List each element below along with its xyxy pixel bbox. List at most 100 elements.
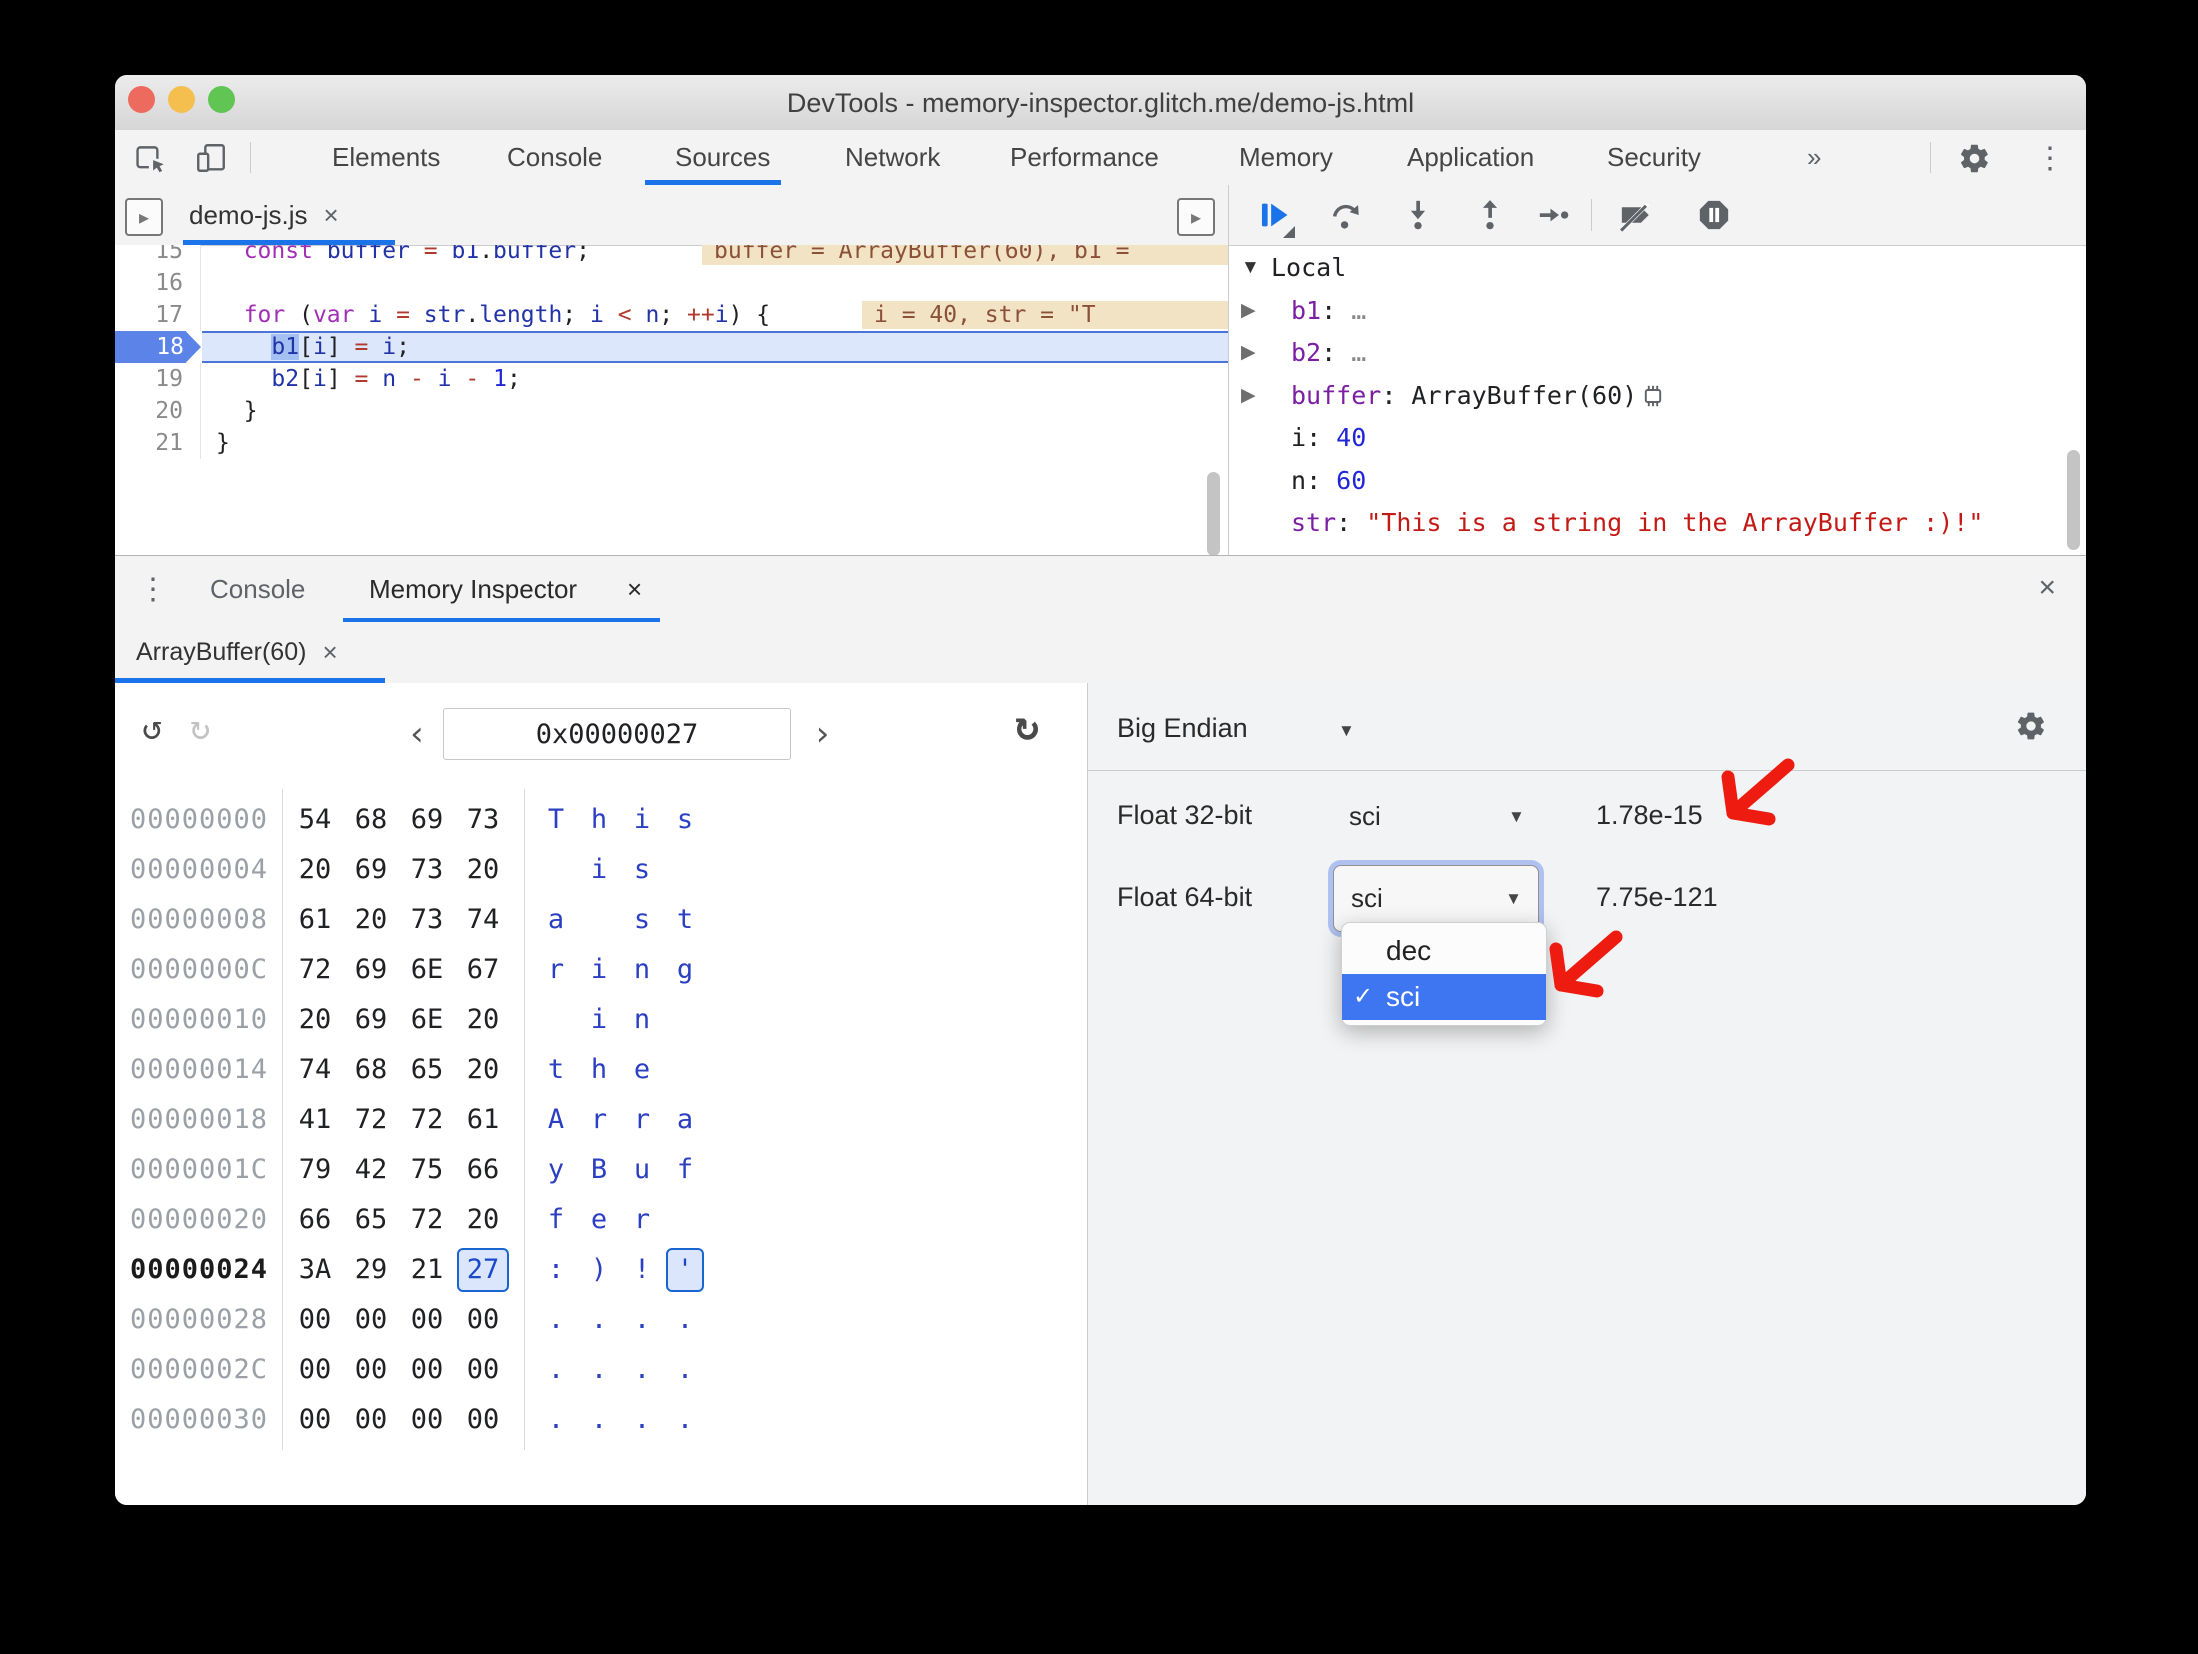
drawer-kebab-icon[interactable]: ⋮	[137, 570, 169, 608]
disclosure-triangle-icon[interactable]: ▶	[1241, 290, 1267, 332]
memory-inspector-tab-close-icon[interactable]: ×	[627, 556, 642, 622]
ascii-char[interactable]: s	[665, 795, 705, 845]
next-page-icon[interactable]: ›	[812, 711, 832, 757]
line-number[interactable]: 19	[115, 363, 201, 395]
disclosure-triangle-icon[interactable]: ▶	[1241, 545, 1267, 556]
ascii-char[interactable]: e	[579, 1195, 619, 1245]
previous-page-icon[interactable]: ‹	[407, 711, 427, 757]
ascii-char[interactable]: .	[622, 1295, 662, 1345]
ascii-char[interactable]: B	[579, 1145, 619, 1195]
ascii-char[interactable]: .	[622, 1345, 662, 1395]
line-number[interactable]: 18	[115, 331, 201, 363]
ascii-char[interactable]: '	[665, 1245, 705, 1295]
hex-byte[interactable]: 69	[343, 995, 399, 1045]
disclosure-triangle-icon[interactable]: ▶	[1241, 375, 1267, 417]
ascii-char[interactable]: .	[665, 1295, 705, 1345]
hex-byte[interactable]: 20	[455, 845, 511, 895]
ascii-char[interactable]: y	[536, 1145, 576, 1195]
hex-byte[interactable]: 6E	[399, 995, 455, 1045]
hex-byte[interactable]: 00	[287, 1295, 343, 1345]
tab-security[interactable]: Security	[1605, 130, 1703, 184]
open-in-memory-inspector-icon[interactable]	[1637, 381, 1665, 410]
hex-byte[interactable]: 20	[343, 895, 399, 945]
ascii-char[interactable]: .	[536, 1345, 576, 1395]
scope-row-this[interactable]: ▶this: Window	[1229, 545, 2086, 556]
scope-row-local[interactable]: ▼ Local	[1229, 247, 2086, 289]
hex-byte[interactable]: 66	[455, 1145, 511, 1195]
deactivate-breakpoints-icon[interactable]	[1619, 198, 1653, 232]
ascii-char[interactable]: s	[622, 845, 662, 895]
hex-byte[interactable]: 00	[399, 1345, 455, 1395]
hex-byte[interactable]: 68	[343, 795, 399, 845]
hex-byte[interactable]: 00	[455, 1295, 511, 1345]
ascii-char[interactable]: .	[579, 1295, 619, 1345]
settings-gear-icon[interactable]	[1955, 139, 1993, 177]
history-back-icon[interactable]: ↺	[142, 705, 162, 751]
file-tab-demo-js[interactable]: demo-js.js ×	[175, 185, 353, 245]
ascii-char[interactable]: T	[536, 795, 576, 845]
hex-byte[interactable]: 68	[343, 1045, 399, 1095]
scope-row-buffer[interactable]: ▶ buffer: ArrayBuffer(60)	[1229, 375, 2086, 417]
scope-row-b2[interactable]: ▶ b2: …	[1229, 332, 2086, 374]
hex-byte[interactable]: 69	[343, 845, 399, 895]
ascii-char[interactable]: u	[622, 1145, 662, 1195]
hex-byte[interactable]: 72	[399, 1095, 455, 1145]
hex-byte[interactable]: 20	[455, 995, 511, 1045]
hex-byte[interactable]: 00	[343, 1395, 399, 1445]
disclosure-triangle-icon[interactable]: ▼	[1241, 247, 1267, 289]
hex-byte[interactable]: 21	[399, 1245, 455, 1295]
hex-byte[interactable]: 74	[455, 895, 511, 945]
ascii-char[interactable]: n	[622, 945, 662, 995]
hex-byte[interactable]: 61	[455, 1095, 511, 1145]
step-into-icon[interactable]	[1401, 198, 1435, 232]
scope-row-b1[interactable]: ▶ b1: …	[1229, 290, 2086, 332]
more-tabs-chevrons-icon[interactable]: »	[1805, 130, 1823, 184]
hex-byte[interactable]: 00	[455, 1395, 511, 1445]
hex-byte[interactable]: 29	[343, 1245, 399, 1295]
line-number[interactable]: 16	[115, 267, 201, 299]
tab-sources[interactable]: Sources	[673, 130, 772, 184]
hex-byte[interactable]: 00	[287, 1345, 343, 1395]
dropdown-option-sci[interactable]: ✓ sci	[1342, 974, 1546, 1020]
hex-byte[interactable]: 00	[399, 1395, 455, 1445]
selected-byte[interactable]: 27	[457, 1248, 509, 1292]
dropdown-option-dec[interactable]: dec	[1342, 928, 1546, 974]
tab-console[interactable]: Console	[505, 130, 604, 184]
hex-byte[interactable]: 41	[287, 1095, 343, 1145]
ascii-char[interactable]: i	[622, 795, 662, 845]
ascii-char[interactable]: )	[579, 1245, 619, 1295]
tab-memory[interactable]: Memory	[1237, 130, 1335, 184]
hex-byte[interactable]: 65	[399, 1045, 455, 1095]
hex-byte[interactable]: 61	[287, 895, 343, 945]
hex-byte[interactable]: 3A	[287, 1245, 343, 1295]
hex-byte[interactable]: 69	[399, 795, 455, 845]
drawer-tab-memory-inspector[interactable]: Memory Inspector	[369, 556, 577, 622]
device-toolbar-icon[interactable]	[193, 140, 229, 176]
arraybuffer-tab-close-icon[interactable]: ×	[322, 637, 337, 668]
hex-byte[interactable]: 00	[287, 1395, 343, 1445]
step-icon[interactable]	[1537, 198, 1571, 232]
ascii-char[interactable]: t	[665, 895, 705, 945]
ascii-char[interactable]: h	[579, 1045, 619, 1095]
hex-byte[interactable]: 00	[343, 1345, 399, 1395]
line-number[interactable]: 17	[115, 299, 201, 331]
hex-byte[interactable]: 73	[399, 895, 455, 945]
float32-format-select[interactable]: sci	[1349, 801, 1381, 832]
hex-byte[interactable]: 67	[455, 945, 511, 995]
tab-performance[interactable]: Performance	[1008, 130, 1161, 184]
hex-byte[interactable]: 20	[287, 995, 343, 1045]
hex-byte[interactable]: 27	[455, 1245, 511, 1295]
endianness-select[interactable]: Big Endian	[1117, 713, 1248, 744]
ascii-char[interactable]: s	[622, 895, 662, 945]
line-number[interactable]: 20	[115, 395, 201, 427]
more-options-kebab-icon[interactable]: ⋮	[2032, 139, 2068, 177]
hex-byte[interactable]: 69	[343, 945, 399, 995]
ascii-char[interactable]: .	[536, 1295, 576, 1345]
ascii-char[interactable]: h	[579, 795, 619, 845]
hex-byte[interactable]: 79	[287, 1145, 343, 1195]
hex-byte[interactable]: 00	[455, 1345, 511, 1395]
hex-byte[interactable]: 72	[343, 1095, 399, 1145]
show-navigator-icon[interactable]: ▸	[125, 198, 163, 236]
hex-byte[interactable]: 65	[343, 1195, 399, 1245]
ascii-char[interactable]: f	[536, 1195, 576, 1245]
